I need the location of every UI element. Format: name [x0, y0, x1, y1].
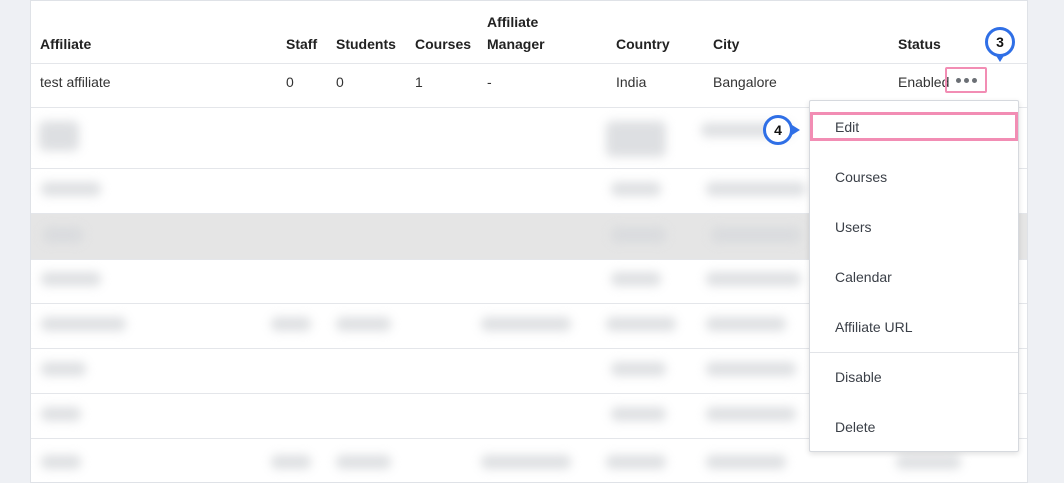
menu-item-courses[interactable]: Courses	[810, 155, 1018, 199]
blurred-content	[271, 455, 311, 469]
callout-step-3-pointer	[995, 54, 1005, 62]
blurred-content	[706, 272, 801, 286]
blurred-content	[611, 272, 661, 286]
blurred-content	[43, 227, 83, 243]
blurred-content	[41, 317, 126, 331]
col-header-students[interactable]: Students	[336, 33, 396, 55]
menu-item-disable[interactable]: Disable	[810, 355, 1018, 399]
col-header-status[interactable]: Status	[898, 33, 941, 55]
blurred-content	[711, 227, 801, 243]
cell-status: Enabled	[898, 74, 950, 90]
blurred-content	[481, 455, 571, 469]
col-header-country[interactable]: Country	[616, 33, 670, 55]
blurred-content	[606, 317, 676, 331]
col-header-manager[interactable]: Affiliate Manager	[487, 11, 545, 55]
blurred-content	[606, 455, 666, 469]
blurred-content	[39, 121, 79, 151]
cell-staff: 0	[286, 74, 294, 90]
menu-item-delete[interactable]: Delete	[810, 405, 1018, 449]
blurred-content	[41, 362, 86, 376]
cell-students: 0	[336, 74, 344, 90]
col-header-courses[interactable]: Courses	[415, 33, 471, 55]
blurred-content	[41, 407, 81, 421]
ellipsis-icon	[955, 77, 961, 83]
col-header-manager-line2: Manager	[487, 36, 545, 52]
edit-highlight-box	[810, 112, 1018, 141]
blurred-content	[706, 362, 796, 376]
col-header-manager-line1: Affiliate	[487, 14, 539, 30]
row-actions-button[interactable]	[945, 67, 987, 93]
blurred-content	[336, 455, 391, 469]
blurred-content	[41, 272, 101, 286]
blurred-content	[706, 182, 806, 196]
blurred-content	[611, 227, 666, 243]
menu-item-users[interactable]: Users	[810, 205, 1018, 249]
callout-step-4: 4	[763, 115, 793, 145]
callout-step-4-pointer	[792, 125, 800, 135]
cell-affiliate: test affiliate	[40, 74, 111, 90]
blurred-content	[606, 121, 666, 157]
blurred-content	[706, 407, 796, 421]
cell-courses: 1	[415, 74, 423, 90]
col-header-affiliate[interactable]: Affiliate	[40, 33, 91, 55]
blurred-content	[611, 362, 666, 376]
cell-manager: -	[487, 74, 492, 90]
header-divider	[31, 63, 1027, 64]
menu-divider	[810, 352, 1018, 353]
blurred-content	[271, 317, 311, 331]
col-header-staff[interactable]: Staff	[286, 33, 317, 55]
menu-item-calendar[interactable]: Calendar	[810, 255, 1018, 299]
blurred-content	[611, 407, 666, 421]
blurred-content	[336, 317, 391, 331]
cell-city: Bangalore	[713, 74, 777, 90]
callout-step-3: 3	[985, 27, 1015, 57]
blurred-content	[896, 455, 961, 469]
ellipsis-icon-dot	[963, 77, 969, 83]
blurred-content	[706, 455, 786, 469]
row-actions-menu: Edit Courses Users Calendar Affiliate UR…	[809, 100, 1019, 452]
blurred-content	[706, 317, 786, 331]
menu-item-affiliate-url[interactable]: Affiliate URL	[810, 305, 1018, 349]
blurred-content	[611, 182, 661, 196]
col-header-city[interactable]: City	[713, 33, 739, 55]
blurred-content	[41, 182, 101, 196]
cell-country: India	[616, 74, 647, 90]
blurred-content	[481, 317, 571, 331]
blurred-content	[41, 455, 81, 469]
ellipsis-icon-dot	[971, 77, 977, 83]
